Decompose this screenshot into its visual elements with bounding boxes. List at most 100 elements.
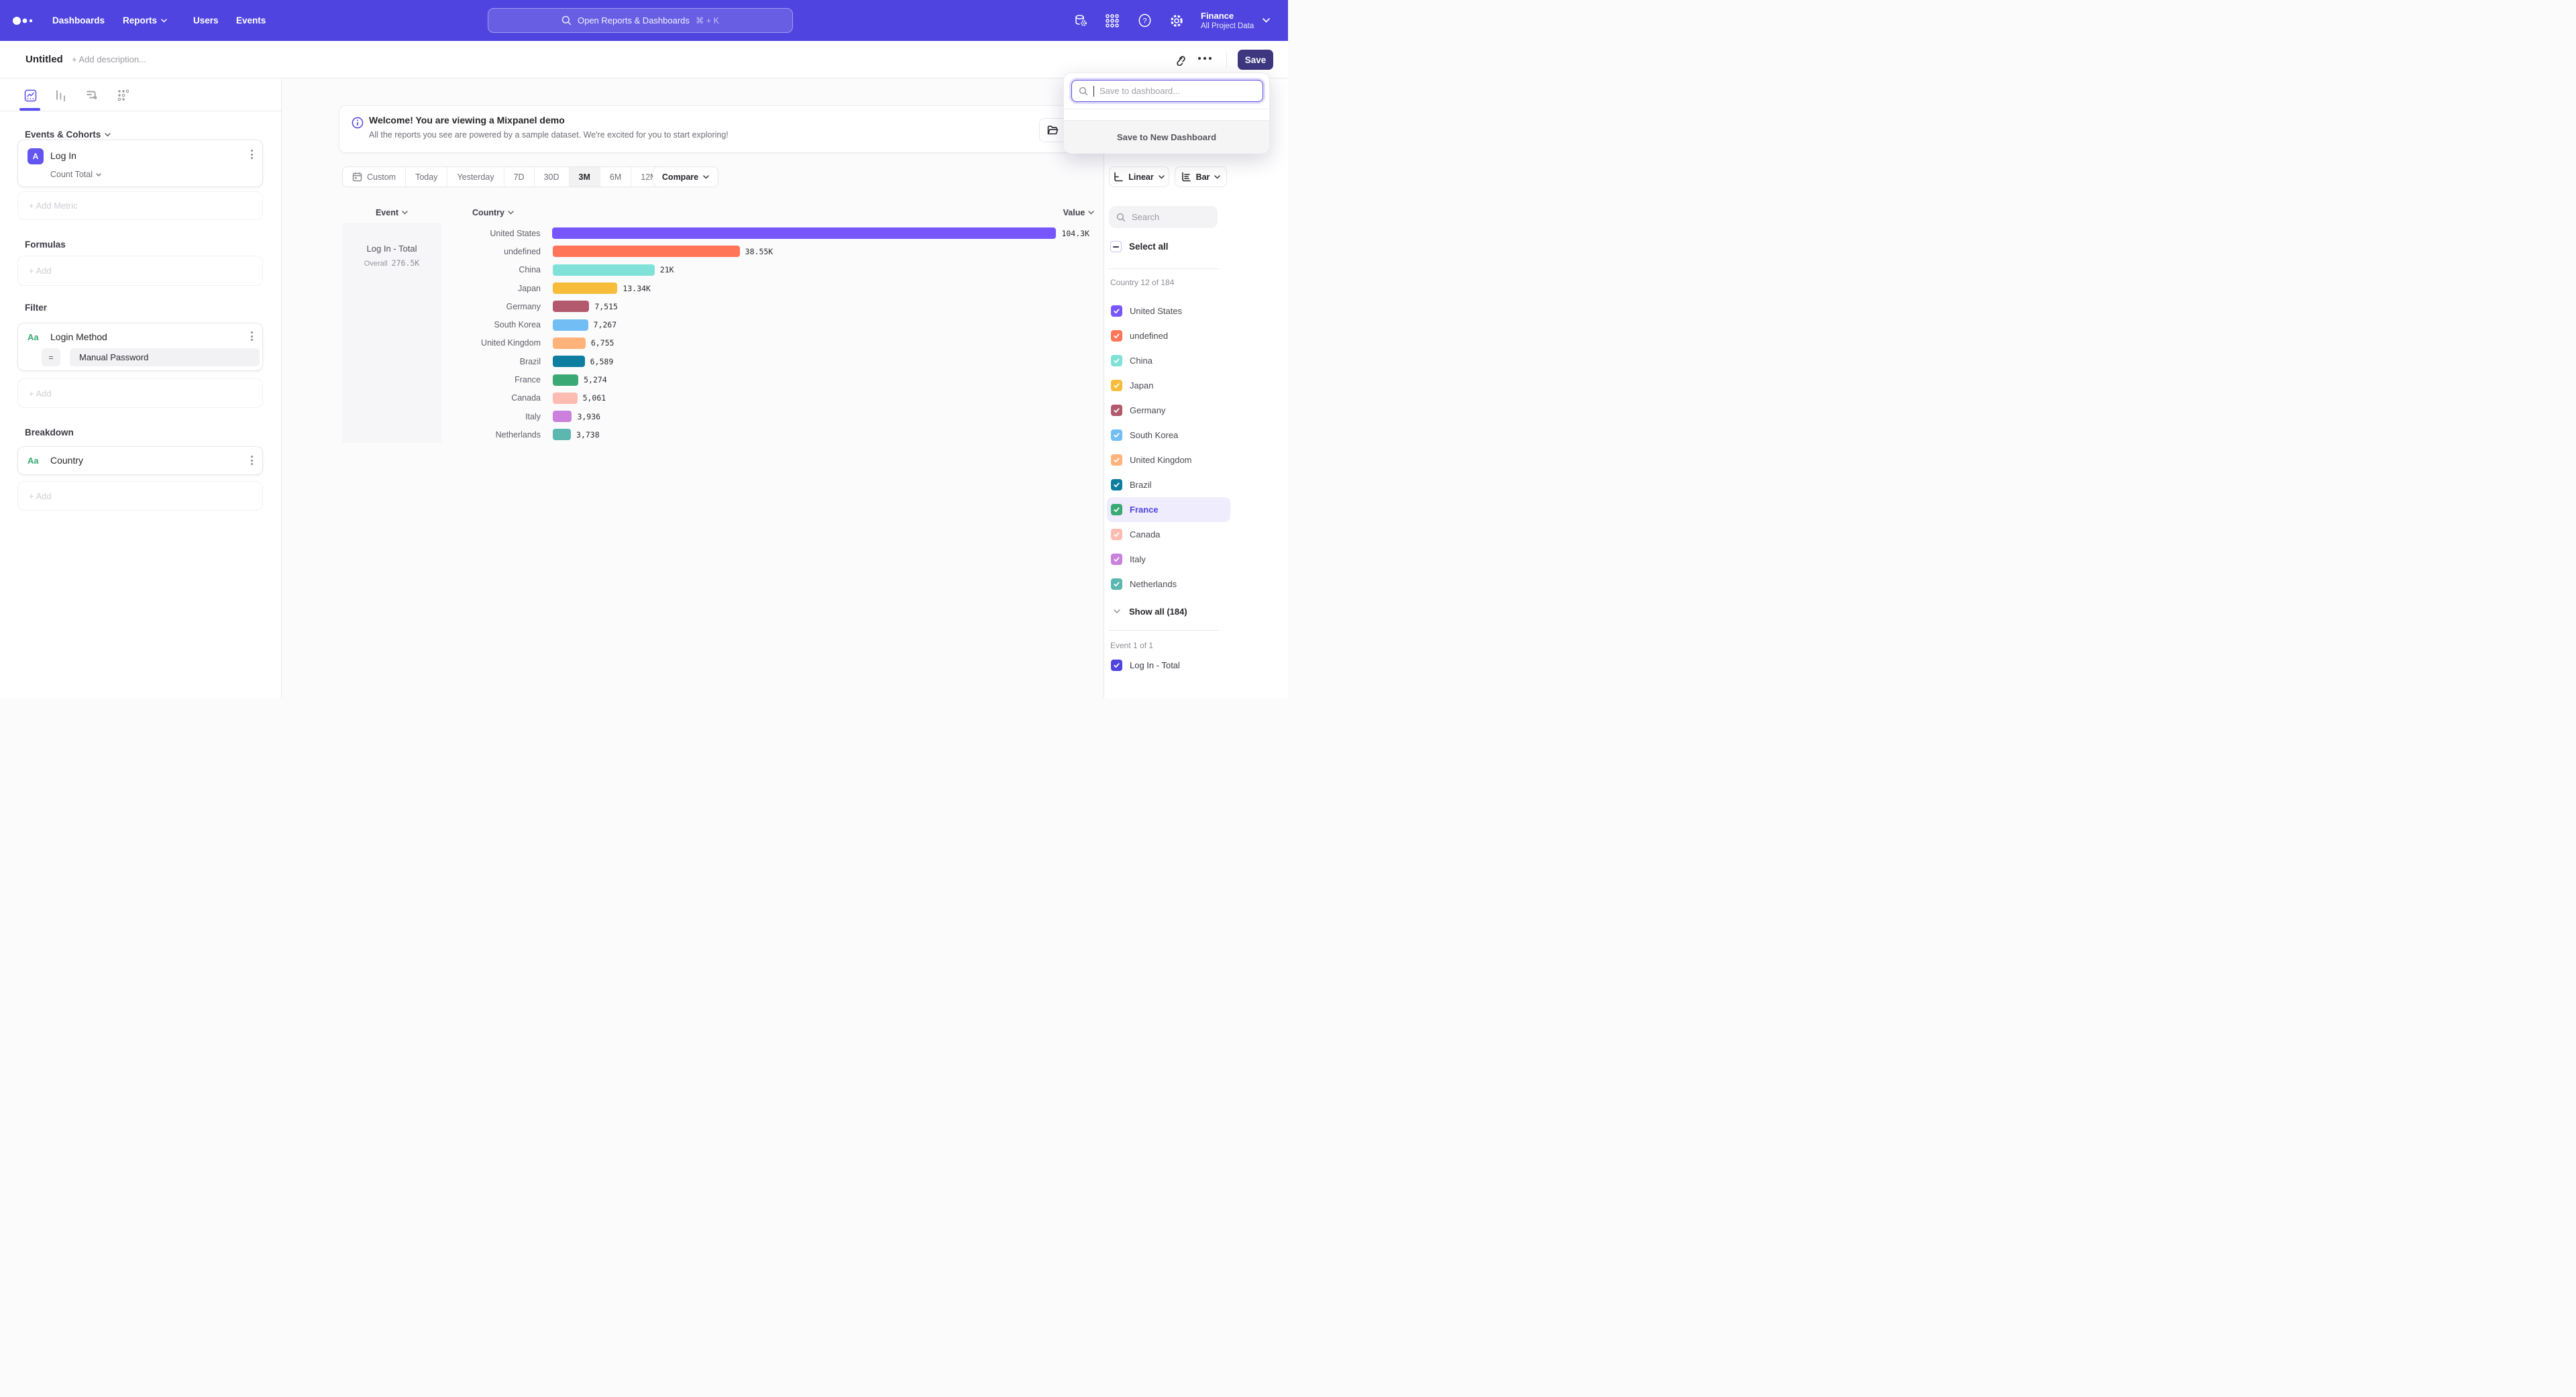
- legend-item-united-kingdom[interactable]: United Kingdom: [1107, 448, 1230, 472]
- filter-value-chip[interactable]: Manual Password: [70, 348, 260, 366]
- range-yesterday[interactable]: Yesterday: [447, 167, 504, 187]
- bar-undefined[interactable]: [553, 246, 740, 257]
- tab-insights[interactable]: [19, 84, 42, 107]
- legend-item-undefined[interactable]: undefined: [1107, 323, 1230, 348]
- bar-netherlands[interactable]: [553, 429, 571, 440]
- bar-china[interactable]: [553, 264, 655, 276]
- bar-canada[interactable]: [553, 393, 578, 404]
- legend-item-france[interactable]: France: [1107, 497, 1230, 522]
- bar-france[interactable]: [553, 374, 578, 386]
- chart-type-button[interactable]: Bar: [1175, 166, 1227, 187]
- legend-item-china[interactable]: China: [1107, 348, 1230, 373]
- bar-italy[interactable]: [553, 411, 572, 422]
- bar-germany[interactable]: [553, 301, 589, 312]
- settings-gear-icon[interactable]: [1169, 0, 1184, 41]
- project-chevron-down-icon[interactable]: [1263, 0, 1270, 41]
- add-filter-button[interactable]: + Add: [17, 378, 263, 408]
- bar-japan[interactable]: [553, 282, 617, 294]
- range-6m[interactable]: 6M: [600, 167, 631, 187]
- compare-button[interactable]: Compare: [653, 166, 718, 187]
- filter-property-name[interactable]: Login Method: [50, 331, 107, 342]
- breakdown-card-country[interactable]: Aa Country: [17, 446, 263, 475]
- save-to-dashboard-input[interactable]: Save to dashboard...: [1071, 80, 1263, 102]
- legend-item-japan[interactable]: Japan: [1107, 373, 1230, 398]
- help-icon[interactable]: ?: [1138, 0, 1152, 41]
- country-checkbox-checked[interactable]: [1111, 405, 1122, 416]
- legend-search-input[interactable]: Search: [1109, 206, 1218, 228]
- copy-link-icon[interactable]: [1174, 53, 1187, 66]
- country-checkbox-checked[interactable]: [1111, 554, 1122, 565]
- event-series-panel[interactable]: Log In - Total Overall 276.5K: [342, 223, 441, 443]
- country-checkbox-checked[interactable]: [1111, 429, 1122, 441]
- add-description-field[interactable]: + Add description...: [72, 54, 146, 64]
- save-to-new-dashboard-button[interactable]: Save to New Dashboard: [1064, 120, 1269, 154]
- bar-united-kingdom[interactable]: [553, 338, 586, 349]
- event-legend-item[interactable]: Log In - Total: [1111, 660, 1180, 671]
- nav-item-users[interactable]: Users: [193, 0, 219, 41]
- project-switcher[interactable]: Finance All Project Data: [1201, 0, 1254, 41]
- nav-item-dashboards[interactable]: Dashboards: [52, 0, 105, 41]
- value-column-header[interactable]: Value: [1052, 208, 1106, 217]
- data-management-icon[interactable]: [1073, 0, 1088, 41]
- event-checkbox-checked[interactable]: [1111, 660, 1122, 671]
- aggregation-selector[interactable]: Count Total: [50, 170, 101, 179]
- country-checkbox-checked[interactable]: [1111, 355, 1122, 366]
- apps-grid-icon[interactable]: [1106, 0, 1119, 41]
- legend-item-brazil[interactable]: Brazil: [1107, 472, 1230, 497]
- show-all-button[interactable]: Show all (184): [1108, 601, 1187, 621]
- select-all-toggle[interactable]: Select all: [1110, 241, 1169, 252]
- country-legend-label: Brazil: [1130, 480, 1152, 490]
- tab-retention[interactable]: [111, 84, 134, 107]
- legend-item-italy[interactable]: Italy: [1107, 547, 1230, 572]
- filter-card-login-method[interactable]: Aa Login Method = Manual Password: [17, 323, 263, 371]
- bar-brazil[interactable]: [553, 356, 585, 367]
- nav-item-events[interactable]: Events: [236, 0, 266, 41]
- country-checkbox-checked[interactable]: [1111, 479, 1122, 490]
- event-column-header[interactable]: Event: [342, 208, 441, 217]
- select-all-checkbox-indeterminate[interactable]: [1110, 241, 1122, 252]
- legend-item-united-states[interactable]: United States: [1107, 299, 1230, 323]
- filter-kebab-menu-icon[interactable]: [251, 331, 253, 341]
- country-checkbox-checked[interactable]: [1111, 380, 1122, 391]
- event-count-label: Event 1 of 1: [1110, 641, 1153, 650]
- save-button[interactable]: Save: [1238, 50, 1273, 70]
- range-today[interactable]: Today: [406, 167, 447, 187]
- legend-item-canada[interactable]: Canada: [1107, 522, 1230, 547]
- country-checkbox-checked[interactable]: [1111, 529, 1122, 540]
- add-breakdown-button[interactable]: + Add: [17, 481, 263, 511]
- tab-flows[interactable]: [80, 84, 103, 107]
- event-kebab-menu-icon[interactable]: [251, 150, 253, 159]
- bar-united-states[interactable]: [552, 227, 1056, 239]
- add-metric-button[interactable]: + Add Metric: [17, 191, 263, 220]
- country-column-header[interactable]: Country: [445, 208, 541, 217]
- event-name[interactable]: Log In: [50, 150, 76, 161]
- range-custom[interactable]: Custom: [343, 167, 406, 187]
- breakdown-property-name[interactable]: Country: [50, 455, 83, 466]
- country-checkbox-checked[interactable]: [1111, 330, 1122, 342]
- legend-item-south-korea[interactable]: South Korea: [1107, 423, 1230, 448]
- legend-item-germany[interactable]: Germany: [1107, 398, 1230, 423]
- tab-funnels[interactable]: [50, 84, 72, 107]
- events-cohorts-header[interactable]: Events & Cohorts: [25, 130, 111, 140]
- add-formula-button[interactable]: + Add: [17, 256, 263, 286]
- country-checkbox-checked[interactable]: [1111, 454, 1122, 466]
- global-search-bar[interactable]: Open Reports & Dashboards ⌘ + K: [488, 8, 793, 33]
- range-30d[interactable]: 30D: [535, 167, 570, 187]
- nav-item-reports[interactable]: Reports: [123, 0, 167, 41]
- range-3m-active[interactable]: 3M: [570, 167, 600, 187]
- country-checkbox-checked[interactable]: [1111, 305, 1122, 317]
- range-7d[interactable]: 7D: [504, 167, 535, 187]
- country-checkbox-checked[interactable]: [1111, 504, 1122, 515]
- country-checkbox-checked[interactable]: [1111, 578, 1122, 590]
- bar-value-label: 38.55K: [745, 247, 773, 256]
- report-type-tabs: [0, 79, 282, 111]
- scale-selector-button[interactable]: Linear: [1109, 166, 1169, 187]
- bar-south-korea[interactable]: [553, 319, 588, 331]
- more-options-icon[interactable]: [1198, 57, 1212, 60]
- breakdown-kebab-menu-icon[interactable]: [251, 456, 253, 465]
- legend-item-netherlands[interactable]: Netherlands: [1107, 572, 1230, 597]
- filter-operator-chip[interactable]: =: [42, 348, 60, 366]
- report-title[interactable]: Untitled: [25, 54, 63, 65]
- mixpanel-logo[interactable]: [12, 0, 35, 41]
- metric-card-log-in[interactable]: A Log In Count Total: [17, 140, 263, 187]
